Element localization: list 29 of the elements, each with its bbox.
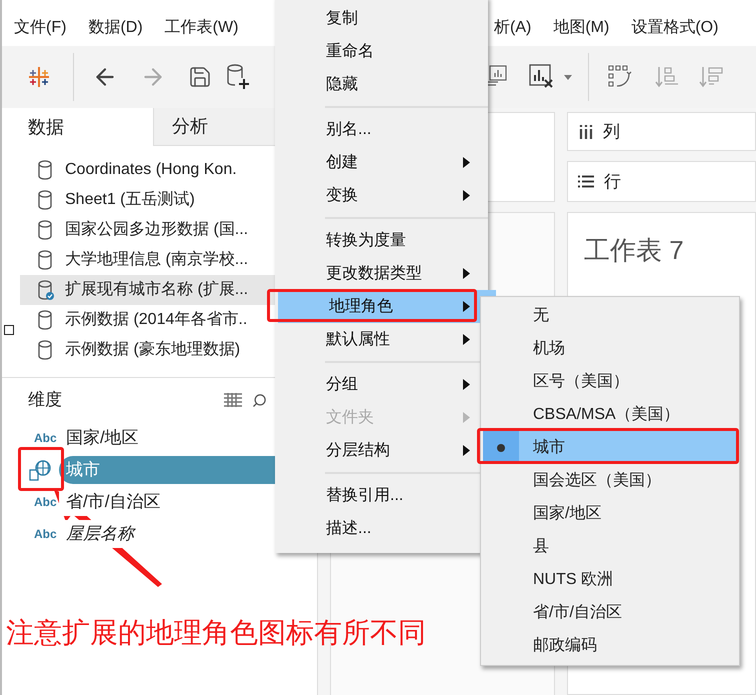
menu-item[interactable]: 国家/地区 [483, 497, 737, 530]
pane-tab[interactable]: 分析 [153, 108, 273, 146]
worksheet-title: 工作表 7 [584, 235, 684, 265]
data-source-item[interactable]: 示例数据 (豪东地理数据) [20, 335, 317, 365]
menu-bar-item[interactable]: 地图(M) [553, 16, 610, 40]
menu-item[interactable]: 城市 [483, 431, 737, 464]
menu-item[interactable]: 隐藏 [275, 68, 488, 101]
menu-bar-item[interactable]: 工作表(W) [164, 16, 238, 40]
menu-item[interactable]: 别名... [275, 113, 488, 146]
shelf[interactable]: 列 [567, 112, 756, 151]
menu-item[interactable]: 省/市/自治区 [483, 596, 737, 629]
shelf[interactable]: 行 [567, 161, 756, 202]
section-title: 维度 [28, 389, 62, 412]
menu-item[interactable]: 国会选区（美国） [483, 464, 737, 497]
menu-bar-item[interactable]: 数据(D) [88, 16, 143, 40]
menu-item[interactable]: 县 [483, 530, 737, 563]
menu-item[interactable]: 区号（美国） [483, 365, 737, 398]
menu-bar-item[interactable]: 设置格式(O) [631, 16, 718, 40]
menu-item[interactable]: 机场 [483, 332, 737, 365]
annotation-text: 注意扩展的地理角色图标有所不同 [6, 616, 426, 650]
shelf-label: 列 [603, 120, 620, 143]
menu-item[interactable]: 重命名 [275, 35, 488, 68]
menu-item[interactable]: 复制 [275, 2, 488, 35]
menu-item[interactable]: CBSA/MSA（美国） [483, 398, 737, 431]
menu-bar-item[interactable]: 文件(F) [14, 16, 66, 40]
menu-bar-item[interactable]: 析(A) [494, 16, 532, 40]
menu-item[interactable]: 邮政编码 [483, 629, 737, 662]
shelf-label: 行 [604, 170, 621, 193]
menu-item[interactable]: NUTS 欧洲 [483, 563, 737, 596]
